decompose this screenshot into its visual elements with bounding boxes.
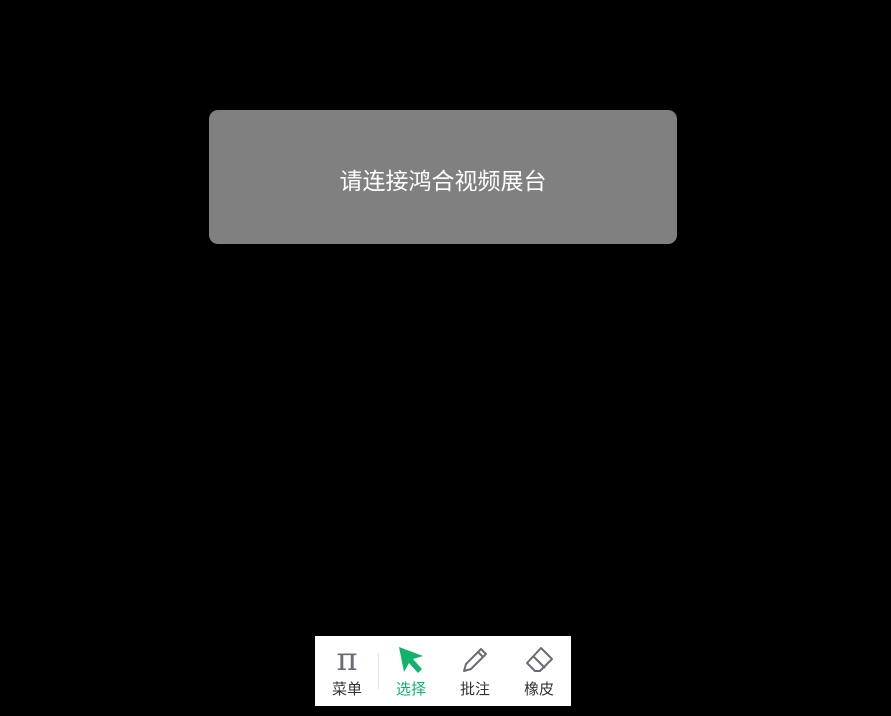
select-button-label: 选择 bbox=[395, 680, 426, 698]
pencil-icon bbox=[459, 644, 491, 676]
cursor-arrow-icon bbox=[395, 644, 427, 676]
eraser-button-label: 橡皮 bbox=[523, 680, 554, 698]
menu-button-label: 菜单 bbox=[331, 680, 362, 698]
annotate-button-label: 批注 bbox=[459, 680, 490, 698]
bottom-toolbar: π 菜单 选择 批注 橡皮 bbox=[315, 636, 571, 706]
pi-menu-icon: π bbox=[336, 640, 358, 678]
connect-notice: 请连接鸿合视频展台 bbox=[209, 110, 677, 244]
connect-notice-message: 请连接鸿合视频展台 bbox=[339, 169, 547, 195]
annotate-button[interactable]: 批注 bbox=[443, 636, 507, 706]
eraser-button[interactable]: 橡皮 bbox=[507, 636, 571, 706]
video-stage: 请连接鸿合视频展台 π 菜单 选择 批注 橡皮 bbox=[0, 0, 891, 716]
select-button[interactable]: 选择 bbox=[379, 636, 443, 706]
eraser-icon bbox=[523, 644, 555, 676]
menu-button[interactable]: π 菜单 bbox=[315, 636, 379, 706]
